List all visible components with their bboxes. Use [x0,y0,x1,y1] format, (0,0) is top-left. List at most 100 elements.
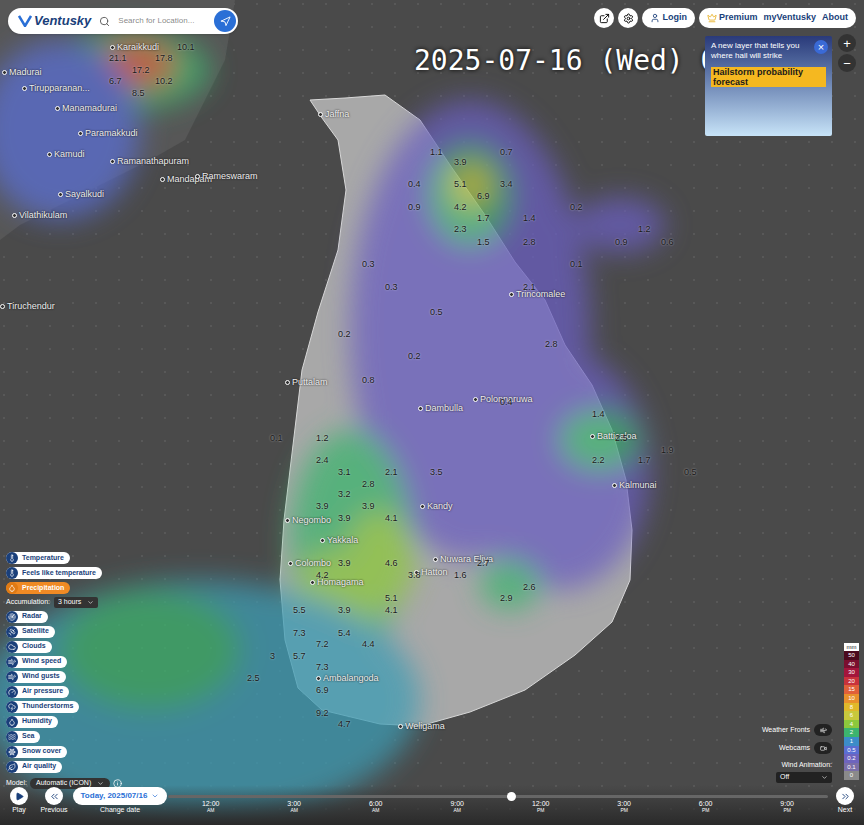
next-button[interactable]: Next [834,787,856,816]
city-label[interactable]: Kandy [420,500,453,514]
precip-value: 9.2 [316,707,329,721]
city-dot-icon [110,159,115,164]
settings-button[interactable] [618,8,638,28]
city-label[interactable]: Ramanathapuram [110,155,189,169]
right-toggle[interactable]: Webcams [779,742,832,754]
zoom-button[interactable]: + [838,34,856,52]
city-label[interactable]: Manamadurai [55,102,117,116]
city-label[interactable]: Kamudi [47,148,85,162]
date-picker[interactable]: Today, 2025/07/16Change date [78,787,162,816]
layer-icon [6,582,18,594]
precip-value: 7.2 [316,638,329,652]
precip-value: 3.2 [338,488,351,502]
city-label[interactable]: Dambulla [418,402,463,416]
about-link[interactable]: About [822,11,848,25]
play-button[interactable]: Play [8,787,30,816]
layer-item[interactable]: Wind gusts [6,671,66,683]
city-dot-icon [433,557,438,562]
locate-icon [220,16,231,27]
layer-item[interactable]: Thunderstorms [6,701,79,713]
layer-icon [6,701,18,713]
layer-item[interactable]: Radar [6,611,48,623]
precip-value: 2.6 [523,581,536,595]
layer-item[interactable]: Feels like temperature [6,567,102,579]
layer-item[interactable]: Sea [6,731,40,743]
precip-value: 2.3 [454,223,467,237]
myventusky-link[interactable]: myVentusky [763,11,816,25]
search-input[interactable] [118,15,206,27]
timeline-tick: 6:00PM [699,800,713,814]
layer-item[interactable]: Satellite [6,626,55,638]
city-label[interactable]: Negombo [285,514,331,528]
city-label[interactable]: Tirupparanan... [22,82,90,96]
nav-pill: Premium myVentusky About [699,8,856,28]
layer-item[interactable]: Precipitation [6,582,70,594]
previous-button[interactable]: Previous [36,787,72,816]
city-dot-icon [58,192,63,197]
city-label[interactable]: Weligama [398,720,445,734]
timeline-tick: 3:00AM [287,800,301,814]
layer-item[interactable]: Humidity [6,716,58,728]
layer-item[interactable]: Wind speed [6,656,67,668]
precip-value: 0.8 [362,374,375,388]
wind-animation-select[interactable]: Off [776,772,832,783]
city-label[interactable]: Rameswaram [195,170,258,184]
precip-value: 3.9 [338,557,351,571]
locate-button[interactable] [214,10,236,32]
precip-value: 1.9 [661,444,674,458]
promo-close[interactable]: × [814,40,828,54]
precip-value: 2.7 [477,557,490,571]
precip-value: 2.1 [385,466,398,480]
city-label[interactable]: Colombo [288,557,331,571]
timeline-knob[interactable] [507,792,516,801]
precip-value: 0.3 [362,258,375,272]
legend-step: 20 [844,677,859,686]
zoom-controls: +− [838,34,856,72]
layer-item[interactable]: Temperature [6,552,70,564]
precip-value: 6.7 [109,75,122,89]
city-label[interactable]: Karaikkudi [110,41,159,55]
timeline-slider[interactable]: 12:00AM3:00AM6:00AM9:00AM12:00PM3:00PM6:… [168,787,828,823]
precip-value: 3 [270,650,275,664]
layer-icon [6,626,18,638]
premium-link[interactable]: Premium [707,11,758,25]
search-box: Ventusky [8,8,238,34]
layer-item[interactable]: Air quality [6,761,62,773]
precip-value: 2.4 [316,454,329,468]
precip-value: 3.9 [362,500,375,514]
precip-value: 0.5 [684,466,697,480]
layer-item[interactable]: Snow cover [6,746,67,758]
city-label[interactable]: Tiruchendur [0,300,55,314]
city-label[interactable]: Vilathikulam [12,209,67,223]
logo[interactable]: Ventusky [18,11,91,31]
city-label[interactable]: Kalmunai [612,479,657,493]
timeline-tick: 6:00AM [369,800,383,814]
city-label[interactable]: Madurai [2,66,42,80]
layer-icon [6,671,18,683]
city-label[interactable]: Ambalangoda [316,672,379,686]
city-label[interactable]: Batticaloa [590,430,637,444]
city-label[interactable]: Paramakkudi [78,127,138,141]
layer-item[interactable]: Clouds [6,641,52,653]
right-toggle[interactable]: Weather Fronts [762,724,832,736]
city-dot-icon [78,131,83,136]
precip-value: 1.4 [592,408,605,422]
precip-value: 5.7 [293,650,306,664]
share-button[interactable] [594,8,614,28]
legend-step: 4 [844,720,859,729]
city-label[interactable]: Jaffna [318,108,349,122]
city-dot-icon [195,174,200,179]
city-label[interactable]: Puttalam [285,376,328,390]
login-button[interactable]: Login [642,8,695,28]
zoom-button[interactable]: − [838,54,856,72]
city-label[interactable]: Trincomalee [509,288,565,302]
layer-item[interactable]: Air pressure [6,686,69,698]
city-label[interactable]: Yakkala [320,534,358,548]
city-dot-icon [12,213,17,218]
timeline-tick: 12:00AM [202,800,220,814]
promo-popup[interactable]: A new layer that tells you where hail wi… [705,36,832,136]
accumulation-select[interactable]: 3 hours [54,597,98,608]
timeline-tick: 3:00PM [617,800,631,814]
city-label[interactable]: Sayalkudi [58,188,104,202]
precip-value: 10.2 [155,75,173,89]
